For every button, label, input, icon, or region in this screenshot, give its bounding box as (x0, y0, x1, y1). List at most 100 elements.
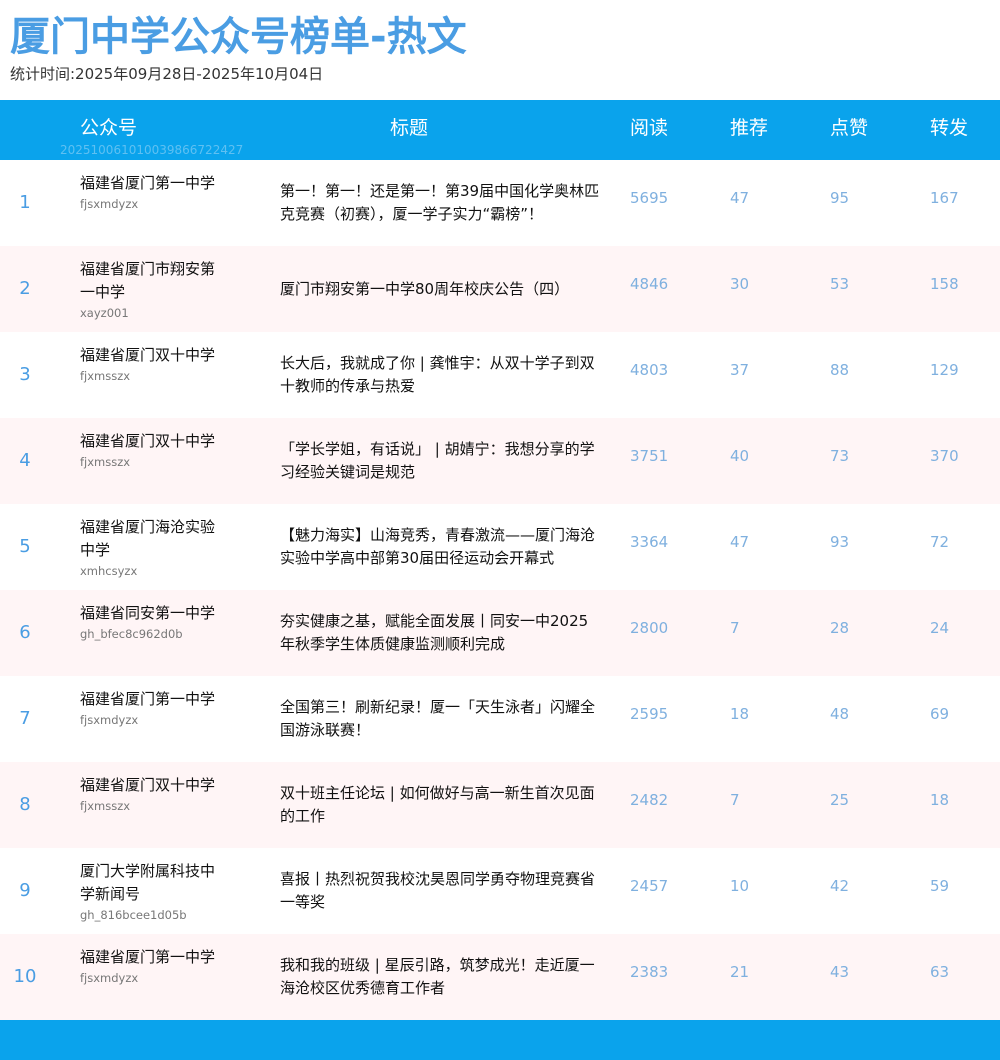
like-count: 28 (830, 619, 850, 637)
recommend-count: 47 (730, 189, 750, 207)
table-row: 2 福建省厦门市翔安第一中学 xayz001 厦门市翔安第一中学80周年校庆公告（四）… (0, 246, 1000, 332)
page-header: 厦门中学公众号榜单-热文 统计时间:2025年09月28日-2025年10月04… (0, 0, 1000, 100)
stat-period: 统计时间:2025年09月28日-2025年10月04日 (10, 65, 324, 83)
like-count: 53 (830, 275, 850, 293)
read-count: 4846 (630, 275, 669, 293)
account-id: gh_816bcee1d05b (80, 908, 187, 922)
recommend-count: 7 (730, 791, 740, 809)
read-count: 2800 (630, 619, 669, 637)
recommend-count: 21 (730, 963, 750, 981)
article-title-link[interactable]: 「学长学姐，有话说」 | 胡婧宁：我想分享的学习经验关键词是规范 (280, 438, 600, 484)
article-title-link[interactable]: 第一！第一！还是第一！第39届中国化学奥林匹克竞赛（初赛），厦一学子实力“霸榜”… (280, 180, 600, 226)
read-count: 2383 (630, 963, 669, 981)
article-title-cell: 喜报丨热烈祝贺我校沈昊恩同学勇夺物理竞赛省一等奖 (280, 848, 600, 934)
table-row: 5 福建省厦门海沧实验中学 xmhcsyzx 【魅力海实】山海竞秀，青春激流——厦门海… (0, 504, 1000, 590)
account-cell: 福建省厦门第一中学 fjsxmdyzx (80, 688, 220, 729)
table-row: 8 福建省厦门双十中学 fjxmsszx 双十班主任论坛 | 如何做好与高一新生首次见… (0, 762, 1000, 848)
article-title-link[interactable]: 长大后，我就成了你 | 龚惟宇：从双十学子到双十教师的传承与热爱 (280, 352, 600, 398)
article-title-cell: 「学长学姐，有话说」 | 胡婧宁：我想分享的学习经验关键词是规范 (280, 418, 600, 504)
account-id: fjxmsszx (80, 369, 131, 383)
share-count: 129 (930, 361, 959, 379)
account-name: 福建省厦门双十中学 (80, 432, 216, 450)
table-row: 1 福建省厦门第一中学 fjsxmdyzx 第一！第一！还是第一！第39届中国化学奥林… (0, 160, 1000, 246)
table-row: 4 福建省厦门双十中学 fjxmsszx 「学长学姐，有话说」 | 胡婧宁：我想分享的… (0, 418, 1000, 504)
recommend-count: 40 (730, 447, 750, 465)
account-name: 厦门大学附属科技中学新闻号 (80, 862, 216, 903)
article-title-link[interactable]: 全国第三！刷新纪录！厦一「天生泳者」闪耀全国游泳联赛！ (280, 696, 600, 742)
generated-stamp: 20251006101003986672242​7 (60, 143, 244, 157)
rank-number: 8 (19, 794, 31, 815)
like-count: 93 (830, 533, 850, 551)
like-count: 43 (830, 963, 850, 981)
rank-number: 5 (19, 536, 31, 557)
account-id: fjsxmdyzx (80, 971, 139, 985)
table-row: 7 福建省厦门第一中学 fjsxmdyzx 全国第三！刷新纪录！厦一「天生泳者」闪耀全… (0, 676, 1000, 762)
read-count: 2595 (630, 705, 669, 723)
page-title: 厦门中学公众号榜单-热文 (10, 14, 467, 60)
article-title-link[interactable]: 双十班主任论坛 | 如何做好与高一新生首次见面的工作 (280, 782, 600, 828)
account-cell: 福建省厦门第一中学 fjsxmdyzx (80, 172, 220, 213)
share-count: 69 (930, 705, 950, 723)
read-count: 2482 (630, 791, 669, 809)
article-title-link[interactable]: 夯实健康之基，赋能全面发展丨同安一中2025年秋季学生体质健康监测顺利完成 (280, 610, 600, 656)
account-id: fjsxmdyzx (80, 197, 139, 211)
rank-number: 10 (13, 966, 37, 987)
read-count: 3364 (630, 533, 669, 551)
account-name: 福建省同安第一中学 (80, 604, 216, 622)
account-cell: 厦门大学附属科技中学新闻号 gh_816bcee1d05b (80, 860, 220, 924)
article-title-link[interactable]: 【魅力海实】山海竞秀，青春激流——厦门海沧实验中学高中部第30届田径运动会开幕式 (280, 524, 600, 570)
account-cell: 福建省厦门双十中学 fjxmsszx (80, 344, 220, 385)
table-header: 公众号 标题 阅读 推荐 点赞 转发 202510061010039866722… (0, 100, 1000, 160)
account-id: gh_bfec8c962d0b (80, 627, 183, 641)
account-cell: 福建省厦门第一中学 fjsxmdyzx (80, 946, 220, 987)
table-row: 10 福建省厦门第一中学 fjsxmdyzx 我和我的班级 | 星辰引路，筑梦成光！走… (0, 934, 1000, 1020)
account-name: 福建省厦门双十中学 (80, 776, 216, 794)
account-cell: 福建省厦门市翔安第一中学 xayz001 (80, 258, 220, 322)
rank-number: 4 (19, 450, 31, 471)
rank-number: 3 (19, 364, 31, 385)
rank-number: 7 (19, 708, 31, 729)
article-title-link[interactable]: 我和我的班级 | 星辰引路，筑梦成光！走近厦一海沧校区优秀德育工作者 (280, 954, 600, 1000)
article-title-cell: 厦门市翔安第一中学80周年校庆公告（四） (280, 246, 600, 332)
read-count: 4803 (630, 361, 669, 379)
table-row: 6 福建省同安第一中学 gh_bfec8c962d0b 夯实健康之基，赋能全面发展丨同… (0, 590, 1000, 676)
rank-number: 6 (19, 622, 31, 643)
account-id: fjsxmdyzx (80, 713, 139, 727)
ranking-table: 1 福建省厦门第一中学 fjsxmdyzx 第一！第一！还是第一！第39届中国化学奥林… (0, 160, 1000, 1020)
column-header-like: 点赞 (830, 117, 869, 139)
rank-number: 2 (19, 278, 31, 299)
read-count: 5695 (630, 189, 669, 207)
account-name: 福建省厦门第一中学 (80, 174, 216, 192)
article-title-cell: 全国第三！刷新纪录！厦一「天生泳者」闪耀全国游泳联赛！ (280, 676, 600, 762)
account-cell: 福建省厦门双十中学 fjxmsszx (80, 774, 220, 815)
like-count: 42 (830, 877, 850, 895)
account-cell: 福建省厦门双十中学 fjxmsszx (80, 430, 220, 471)
article-title-link[interactable]: 喜报丨热烈祝贺我校沈昊恩同学勇夺物理竞赛省一等奖 (280, 868, 600, 914)
article-title-cell: 【魅力海实】山海竞秀，青春激流——厦门海沧实验中学高中部第30届田径运动会开幕式 (280, 504, 600, 590)
article-title-cell: 我和我的班级 | 星辰引路，筑梦成光！走近厦一海沧校区优秀德育工作者 (280, 934, 600, 1020)
like-count: 73 (830, 447, 850, 465)
article-title-link[interactable]: 厦门市翔安第一中学80周年校庆公告（四） (280, 278, 569, 301)
like-count: 25 (830, 791, 850, 809)
table-row: 3 福建省厦门双十中学 fjxmsszx 长大后，我就成了你 | 龚惟宇：从双十学子到… (0, 332, 1000, 418)
share-count: 24 (930, 619, 950, 637)
account-name: 福建省厦门海沧实验中学 (80, 518, 216, 559)
account-name: 福建省厦门第一中学 (80, 948, 216, 966)
account-name: 福建省厦门市翔安第一中学 (80, 260, 216, 301)
article-title-cell: 第一！第一！还是第一！第39届中国化学奥林匹克竞赛（初赛），厦一学子实力“霸榜”… (280, 160, 600, 246)
share-count: 63 (930, 963, 950, 981)
share-count: 59 (930, 877, 950, 895)
like-count: 48 (830, 705, 850, 723)
like-count: 95 (830, 189, 850, 207)
column-header-title: 标题 (390, 117, 429, 139)
column-header-recommend: 推荐 (730, 117, 769, 139)
share-count: 18 (930, 791, 950, 809)
share-count: 370 (930, 447, 959, 465)
read-count: 2457 (630, 877, 669, 895)
rank-number: 9 (19, 880, 31, 901)
account-name: 福建省厦门双十中学 (80, 346, 216, 364)
share-count: 167 (930, 189, 959, 207)
recommend-count: 47 (730, 533, 750, 551)
recommend-count: 37 (730, 361, 750, 379)
rank-number: 1 (19, 192, 31, 213)
